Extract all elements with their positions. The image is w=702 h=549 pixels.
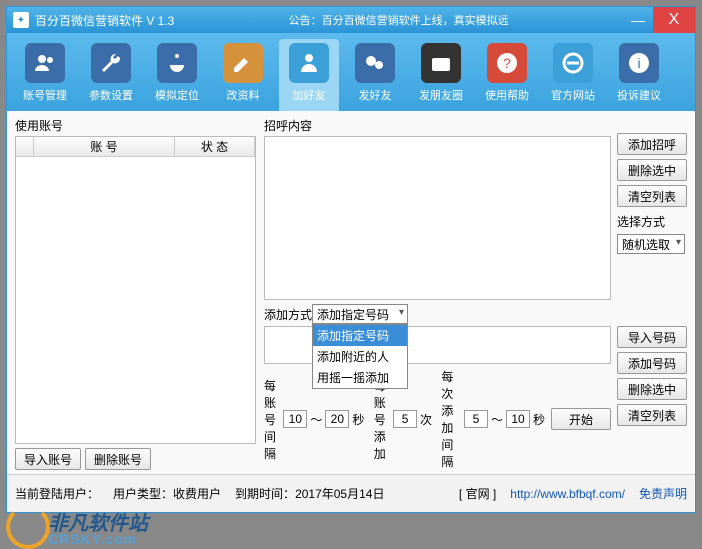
- toolbar-wrench[interactable]: 参数设置: [81, 39, 141, 111]
- per-account-count-input[interactable]: [393, 410, 417, 428]
- status-bar: 当前登陆用户： 用户类型：收费用户 到期时间：2017年05月14日 [ 官网 …: [7, 474, 695, 512]
- main-toolbar: 账号管理参数设置模拟定位改资料加好友发好友发朋友圈?使用帮助官方网站i投诉建议: [7, 33, 695, 111]
- camera-icon: [421, 43, 461, 83]
- content-area: 使用账号 账 号 状 态 导入账号 删除账号 招呼内容 添加方式 添加指定号码: [7, 111, 695, 474]
- ie-icon: [553, 43, 593, 83]
- app-window: ✦ 百分百微信营销软件 V 1.3 公告：百分百微信营销软件上线，真实模拟远 —…: [6, 6, 696, 513]
- expire-date: 2017年05月14日: [295, 487, 384, 501]
- add-mode-option[interactable]: 用摇一摇添加: [313, 367, 407, 388]
- toolbar-help[interactable]: ?使用帮助: [477, 39, 537, 111]
- account-section-label: 使用账号: [15, 117, 256, 134]
- col-status: 状 态: [175, 137, 255, 156]
- edit-icon: [223, 43, 263, 83]
- toolbar-bubbles[interactable]: 发好友: [345, 39, 405, 111]
- clear-greeting-list-button[interactable]: 清空列表: [617, 185, 687, 207]
- toolbar-person[interactable]: 加好友: [279, 39, 339, 111]
- toolbar-ie[interactable]: 官方网站: [543, 39, 603, 111]
- watermark-domain: CRSKY.com: [48, 531, 137, 547]
- toolbar-users[interactable]: 账号管理: [15, 39, 75, 111]
- col-account: 账 号: [34, 137, 175, 156]
- clear-number-list-button[interactable]: 清空列表: [617, 404, 687, 426]
- add-mode-select[interactable]: 添加指定号码: [312, 304, 408, 324]
- svg-text:?: ?: [503, 55, 511, 71]
- user-type-value: 收费用户: [173, 487, 221, 501]
- app-title: 百分百微信营销软件 V 1.3: [35, 12, 174, 29]
- toolbar-camera[interactable]: 发朋友圈: [411, 39, 471, 111]
- select-mode-label: 选择方式: [617, 213, 687, 230]
- select-mode-select[interactable]: 随机选取: [617, 234, 685, 254]
- import-account-button[interactable]: 导入账号: [15, 448, 81, 470]
- left-panel: 使用账号 账 号 状 态 导入账号 删除账号: [7, 111, 260, 474]
- anchor-icon: [157, 43, 197, 83]
- middle-panel: 招呼内容 添加方式 添加指定号码 添加指定号码添加附近的人用摇一摇添加 每账号间…: [260, 111, 615, 474]
- bubbles-icon: [355, 43, 395, 83]
- account-table-header: 账 号 状 态: [16, 137, 255, 157]
- start-button[interactable]: 开始: [551, 408, 611, 430]
- info-icon: i: [619, 43, 659, 83]
- toolbar-edit[interactable]: 改资料: [213, 39, 273, 111]
- disclaimer-link[interactable]: 免责声明: [639, 485, 687, 502]
- import-number-button[interactable]: 导入号码: [617, 326, 687, 348]
- account-table[interactable]: 账 号 状 态: [15, 136, 256, 444]
- help-icon: ?: [487, 43, 527, 83]
- titlebar: ✦ 百分百微信营销软件 V 1.3 公告：百分百微信营销软件上线，真实模拟远 —…: [7, 7, 695, 33]
- toolbar-info[interactable]: i投诉建议: [609, 39, 669, 111]
- close-button[interactable]: X: [653, 7, 695, 33]
- add-mode-label: 添加方式: [264, 306, 312, 323]
- add-greeting-button[interactable]: 添加招呼: [617, 133, 687, 155]
- toolbar-anchor[interactable]: 模拟定位: [147, 39, 207, 111]
- interval-min-input[interactable]: [283, 410, 307, 428]
- current-user-label: 当前登陆用户：: [15, 485, 99, 502]
- delete-account-button[interactable]: 删除账号: [85, 448, 151, 470]
- delete-selected-greeting-button[interactable]: 删除选中: [617, 159, 687, 181]
- add-interval-min-input[interactable]: [464, 410, 488, 428]
- add-mode-dropdown: 添加指定号码添加附近的人用摇一摇添加: [312, 324, 408, 389]
- svg-text:i: i: [637, 55, 640, 71]
- announcement-text: 公告：百分百微信营销软件上线，真实模拟远: [174, 12, 623, 28]
- add-interval-max-input[interactable]: [506, 410, 530, 428]
- wrench-icon: [91, 43, 131, 83]
- official-site-label: [ 官网 ]: [459, 485, 496, 502]
- interval-max-input[interactable]: [325, 410, 349, 428]
- app-icon: ✦: [13, 12, 29, 28]
- person-icon: [289, 43, 329, 83]
- minimize-button[interactable]: —: [623, 7, 653, 33]
- greeting-label: 招呼内容: [264, 117, 611, 134]
- greeting-textarea[interactable]: [264, 136, 611, 300]
- users-icon: [25, 43, 65, 83]
- right-panel: 添加招呼 删除选中 清空列表 选择方式 随机选取 导入号码 添加号码 删除选中 …: [615, 111, 695, 474]
- official-site-link[interactable]: http://www.bfbqf.com/: [510, 487, 625, 501]
- add-number-button[interactable]: 添加号码: [617, 352, 687, 374]
- add-mode-option[interactable]: 添加附近的人: [313, 346, 407, 367]
- add-mode-option[interactable]: 添加指定号码: [313, 325, 407, 346]
- delete-selected-number-button[interactable]: 删除选中: [617, 378, 687, 400]
